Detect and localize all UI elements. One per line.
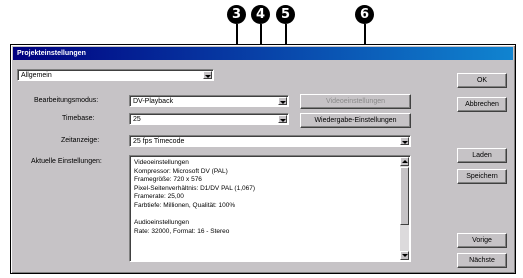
current-settings-label: Aktuelle Einstellungen: [31, 158, 102, 165]
callout-4: 4 [251, 5, 270, 24]
chevron-down-icon[interactable] [278, 115, 287, 123]
settings-line: Audioeinstellungen [134, 219, 189, 227]
video-settings-button[interactable]: Videoeinstellungen [300, 94, 411, 109]
settings-scrollbar[interactable] [400, 157, 409, 260]
settings-line: Pixel-Seitenverhältnis: D1/DV PAL (1,067… [134, 184, 256, 192]
next-button[interactable]: Nächste [457, 253, 507, 268]
previous-button[interactable]: Vorige [457, 233, 507, 248]
timecode-dropdown[interactable]: 25 fps Timecode [129, 135, 411, 147]
timecode-value: 25 fps Timecode [133, 138, 185, 145]
scroll-thumb[interactable] [400, 167, 409, 225]
project-settings-dialog: Projekteinstellungen Allgemein Bearbeitu… [10, 44, 516, 274]
settings-line [134, 211, 255, 220]
editing-mode-value: DV-Playback [133, 98, 174, 105]
settings-line: Framegröße: 720 x 576 [134, 176, 202, 184]
cancel-button[interactable]: Abbrechen [457, 97, 507, 112]
timebase-label: Timebase: [62, 115, 95, 122]
settings-line: Kompressor: Microsoft DV (PAL) [134, 167, 228, 175]
timebase-dropdown[interactable]: 25 [129, 113, 289, 125]
current-settings-lines: Videoeinstellungen Kompressor: Microsoft… [134, 159, 255, 236]
timecode-label: Zeitanzeige: [61, 137, 100, 144]
editing-mode-dropdown[interactable]: DV-Playback [129, 95, 289, 107]
callout-6: 6 [355, 5, 374, 24]
settings-line: Rate: 32000, Format: 16 - Stereo [134, 227, 230, 235]
playback-settings-button[interactable]: Wiedergabe-Einstellungen [300, 113, 411, 128]
current-settings-listbox[interactable]: Videoeinstellungen Kompressor: Microsoft… [129, 155, 411, 262]
callout-5: 5 [276, 5, 295, 24]
category-dropdown[interactable]: Allgemein [17, 69, 214, 81]
ok-button[interactable]: OK [457, 73, 507, 88]
category-value: Allgemein [21, 72, 52, 79]
callout-3: 3 [227, 5, 246, 24]
dialog-title: Projekteinstellungen [13, 47, 513, 60]
scroll-down-icon[interactable] [400, 251, 409, 260]
settings-line: Videoeinstellungen [134, 159, 189, 166]
chevron-down-icon[interactable] [203, 71, 212, 79]
editing-mode-label: Bearbeitungsmodus: [34, 97, 99, 104]
scroll-up-icon[interactable] [400, 157, 409, 166]
timebase-value: 25 [133, 116, 141, 123]
settings-line: Farbtiefe: Millionen, Qualität: 100% [134, 201, 236, 209]
save-button[interactable]: Speichern [457, 169, 507, 184]
chevron-down-icon[interactable] [400, 137, 409, 145]
chevron-down-icon[interactable] [278, 97, 287, 105]
load-button[interactable]: Laden [457, 148, 507, 163]
settings-line: Framerate: 25,00 [134, 193, 184, 201]
